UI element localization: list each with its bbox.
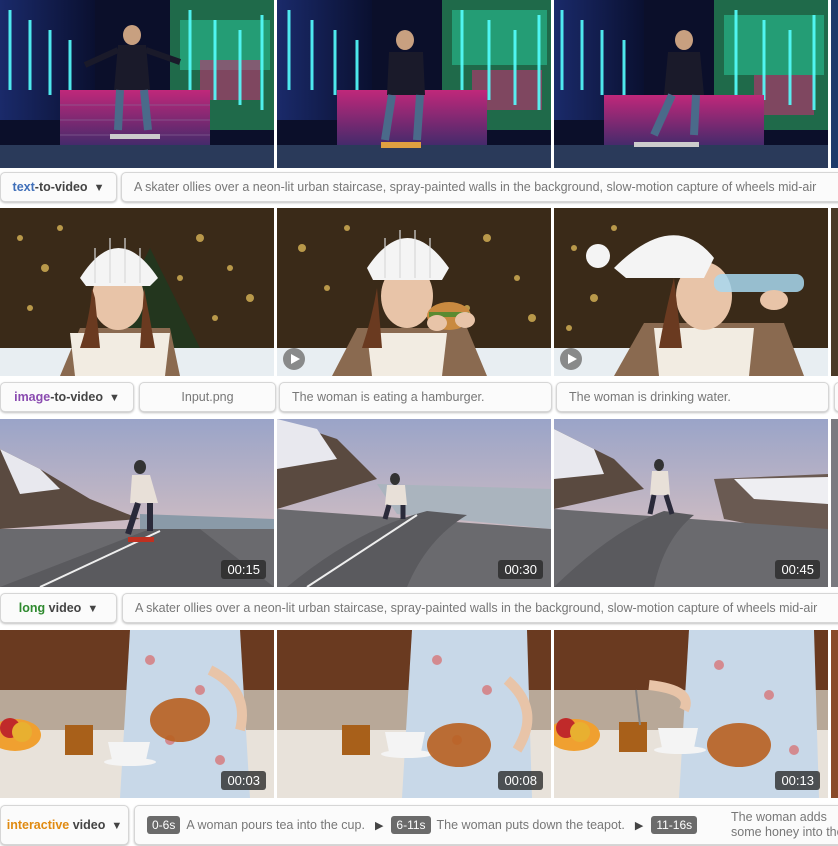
video-frame[interactable] [277, 208, 551, 376]
caret-down-icon: ▼ [87, 603, 99, 615]
triangle-right-icon: ▶ [374, 820, 384, 832]
skater-neon-frame-2 [277, 0, 551, 168]
play-icon[interactable] [560, 348, 582, 370]
text-to-video-controls: text-to-video ▼ A skater ollies over a ne… [0, 170, 838, 206]
segment-range-chip[interactable]: 6-11s [391, 816, 431, 834]
image-to-video-controls: image-to-video ▼ Input.png The woman is e… [0, 380, 838, 416]
mode-dropdown[interactable]: interactive video ▼ [0, 805, 129, 845]
video-frame-partial [831, 630, 838, 798]
triangle-right-icon: ▶ [634, 820, 644, 832]
video-frame-partial [831, 208, 838, 376]
mode-label: -to-video [34, 180, 88, 194]
mode-dropdown[interactable]: image-to-video ▼ [0, 382, 134, 412]
segment-prompt[interactable]: The woman puts down the teapot. [437, 818, 625, 832]
video-frame[interactable]: 00:13 [554, 630, 828, 798]
segment-range-chip[interactable]: 11-16s [651, 816, 698, 834]
video-frame[interactable]: 00:03 [0, 630, 274, 798]
mode-dropdown[interactable]: long video ▼ [0, 593, 117, 623]
input-image[interactable] [0, 208, 274, 376]
mountain-road-frame-4 [831, 419, 838, 587]
tea-pouring-frame-4 [831, 630, 838, 798]
timestamp-badge: 00:08 [498, 771, 543, 790]
text-to-video-frames [0, 0, 838, 168]
timestamp-badge: 00:13 [775, 771, 820, 790]
timestamp-badge: 00:03 [221, 771, 266, 790]
video-frame[interactable] [277, 0, 551, 168]
timestamp-badge: 00:30 [498, 560, 543, 579]
interactive-video-controls: interactive video ▼ 0-6s A woman pours tea… [0, 805, 838, 845]
frame-prompt-input[interactable]: The woman is drinking water. [556, 382, 829, 412]
segment-prompt[interactable]: A woman pours tea into the cup. [186, 818, 365, 832]
caret-down-icon: ▼ [93, 182, 105, 194]
play-icon[interactable] [283, 348, 305, 370]
mode-label: video [45, 601, 82, 615]
woman-beanie-frame-1 [0, 208, 274, 376]
mode-label: video [69, 818, 106, 832]
video-frame[interactable]: 00:15 [0, 419, 274, 587]
prompt-input[interactable]: A skater ollies over a neon-lit urban st… [122, 593, 838, 623]
video-frame[interactable]: 00:08 [277, 630, 551, 798]
video-frame[interactable] [554, 208, 828, 376]
video-frame-partial [831, 0, 838, 168]
frame-prompt-input-partial[interactable] [834, 382, 838, 412]
mode-keyword: image [14, 390, 51, 404]
skater-neon-frame-1 [0, 0, 274, 168]
caret-down-icon: ▼ [111, 820, 123, 832]
caret-down-icon: ▼ [109, 392, 120, 404]
long-video-frames: 00:15 00:30 00:45 [0, 419, 838, 587]
mode-keyword: interactive [6, 818, 70, 832]
woman-beanie-frame-2 [277, 208, 551, 376]
skater-neon-frame-4 [831, 0, 838, 168]
segment-prompt[interactable]: The woman adds some honey into the cup. [731, 810, 838, 844]
mode-label: -to-video [50, 390, 104, 404]
video-frame-partial [831, 419, 838, 587]
woman-beanie-frame-3 [554, 208, 828, 376]
image-to-video-frames [0, 208, 838, 376]
mode-keyword: text [12, 180, 35, 194]
woman-beanie-frame-4 [831, 208, 838, 376]
input-image-field[interactable]: Input.png [139, 382, 276, 412]
mode-keyword: long [18, 601, 46, 615]
video-frame[interactable]: 00:45 [554, 419, 828, 587]
frame-prompt-input[interactable]: The woman is eating a hamburger. [279, 382, 552, 412]
prompt-input[interactable]: A skater ollies over a neon-lit urban st… [121, 172, 838, 202]
timestamp-badge: 00:45 [775, 560, 820, 579]
video-frame[interactable] [554, 0, 828, 168]
video-frame[interactable] [0, 0, 274, 168]
skater-neon-frame-3 [554, 0, 828, 168]
segment-timeline[interactable]: 0-6s A woman pours tea into the cup. ▶ 6-11… [134, 805, 838, 845]
mode-dropdown[interactable]: text-to-video ▼ [0, 172, 117, 202]
segment-range-chip[interactable]: 0-6s [147, 816, 181, 834]
interactive-video-frames: 00:03 00:08 00:13 [0, 630, 838, 798]
long-video-controls: long video ▼ A skater ollies over a neon-… [0, 591, 838, 627]
timestamp-badge: 00:15 [221, 560, 266, 579]
video-frame[interactable]: 00:30 [277, 419, 551, 587]
